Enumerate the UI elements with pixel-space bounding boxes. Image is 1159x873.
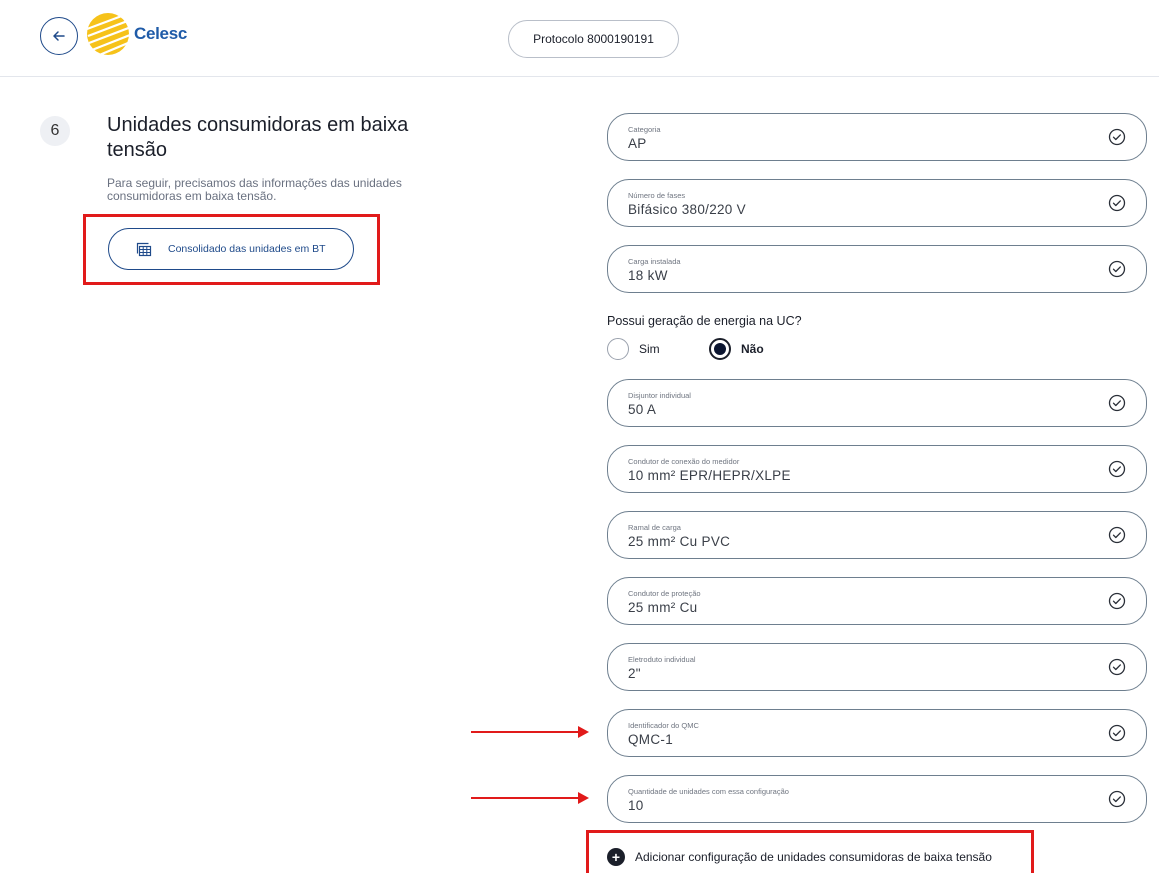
- field-eletroduto-individual[interactable]: Eletroduto individual 2": [607, 643, 1147, 691]
- radio-option-sim[interactable]: Sim: [607, 337, 660, 361]
- field-value: 50 A: [628, 402, 657, 417]
- check-circle-icon: [1108, 260, 1126, 278]
- field-numero-de-fases[interactable]: Número de fases Bifásico 380/220 V: [607, 179, 1147, 227]
- check-circle-icon: [1108, 724, 1126, 742]
- radio-label: Sim: [639, 342, 660, 356]
- consolidado-button-label: Consolidado das unidades em BT: [168, 243, 326, 255]
- field-label: Categoria: [628, 125, 661, 134]
- field-label: Número de fases: [628, 191, 686, 200]
- field-value: Bifásico 380/220 V: [628, 202, 746, 217]
- check-circle-icon: [1108, 194, 1126, 212]
- plus-circle-icon: +: [607, 848, 625, 866]
- check-circle-icon: [1108, 460, 1126, 478]
- step-number: 6: [40, 116, 70, 146]
- celesc-logo: Celesc: [86, 6, 196, 62]
- protocol-badge: Protocolo 8000190191: [508, 20, 679, 58]
- add-configuration-label: Adicionar configuração de unidades consu…: [635, 850, 992, 864]
- annotation-arrow: [471, 792, 589, 804]
- radio-button[interactable]: [607, 338, 629, 360]
- sun-logo-icon: [86, 12, 132, 62]
- radio-option-nao[interactable]: Não: [709, 337, 764, 361]
- field-value: 25 mm² Cu PVC: [628, 534, 731, 549]
- check-circle-icon: [1108, 526, 1126, 544]
- field-condutor-conexao-medidor[interactable]: Condutor de conexão do medidor 10 mm² EP…: [607, 445, 1147, 493]
- field-label: Disjuntor individual: [628, 391, 691, 400]
- radio-label: Não: [741, 342, 764, 356]
- consolidado-button[interactable]: Consolidado das unidades em BT: [108, 228, 354, 270]
- annotation-arrow: [471, 726, 589, 738]
- field-value: QMC-1: [628, 732, 673, 747]
- field-categoria[interactable]: Categoria AP: [607, 113, 1147, 161]
- field-identificador-qmc[interactable]: Identificador do QMC QMC-1: [607, 709, 1147, 757]
- check-circle-icon: [1108, 790, 1126, 808]
- field-value: 18 kW: [628, 268, 668, 283]
- section-title: Unidades consumidoras em baixa tensão: [107, 114, 409, 161]
- section-description: Para seguir, precisamos das informações …: [107, 176, 402, 203]
- field-label: Condutor de proteção: [628, 589, 701, 598]
- field-label: Quantidade de unidades com essa configur…: [628, 787, 789, 796]
- add-configuration-button[interactable]: + Adicionar configuração de unidades con…: [607, 847, 992, 867]
- field-ramal-de-carga[interactable]: Ramal de carga 25 mm² Cu PVC: [607, 511, 1147, 559]
- radio-button-selected[interactable]: [709, 338, 731, 360]
- field-value: 25 mm² Cu: [628, 600, 698, 615]
- field-label: Condutor de conexão do medidor: [628, 457, 740, 466]
- top-bar: Celesc Protocolo 8000190191: [0, 0, 1159, 77]
- arrow-left-icon: [53, 31, 65, 41]
- field-quantidade-unidades[interactable]: Quantidade de unidades com essa configur…: [607, 775, 1147, 823]
- field-value: 2": [628, 666, 641, 681]
- check-circle-icon: [1108, 592, 1126, 610]
- field-label: Eletroduto individual: [628, 655, 696, 664]
- field-disjuntor-individual[interactable]: Disjuntor individual 50 A: [607, 379, 1147, 427]
- check-circle-icon: [1108, 658, 1126, 676]
- field-label: Identificador do QMC: [628, 721, 699, 730]
- check-circle-icon: [1108, 128, 1126, 146]
- check-circle-icon: [1108, 394, 1126, 412]
- field-value: 10 mm² EPR/HEPR/XLPE: [628, 468, 791, 483]
- field-value: 10: [628, 798, 644, 813]
- generation-question: Possui geração de energia na UC?: [607, 314, 802, 328]
- field-value: AP: [628, 136, 647, 151]
- logo-text: Celesc: [134, 24, 188, 43]
- table-grid-icon: [136, 242, 152, 257]
- field-label: Ramal de carga: [628, 523, 681, 532]
- field-condutor-de-protecao[interactable]: Condutor de proteção 25 mm² Cu: [607, 577, 1147, 625]
- back-button[interactable]: [40, 17, 78, 55]
- field-label: Carga instalada: [628, 257, 681, 266]
- field-carga-instalada[interactable]: Carga instalada 18 kW: [607, 245, 1147, 293]
